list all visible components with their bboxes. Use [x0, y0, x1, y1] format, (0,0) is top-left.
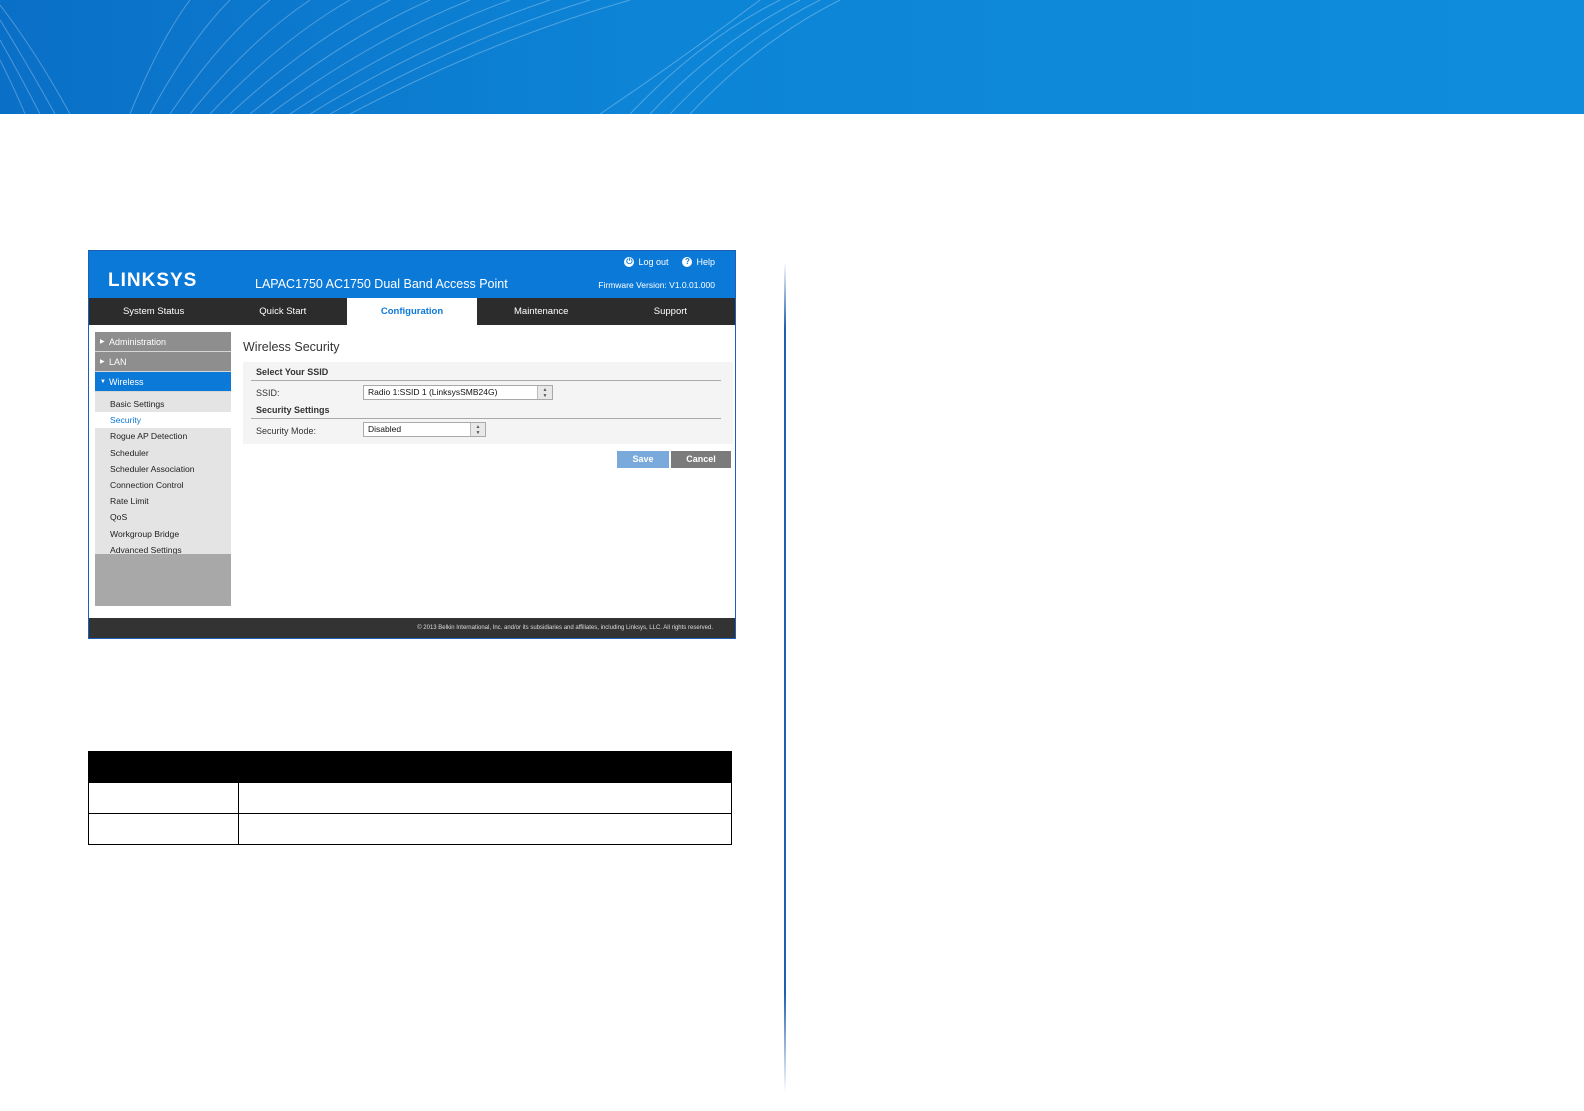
caret-down-icon: ▼: [100, 379, 106, 385]
main-nav: System Status Quick Start Configuration …: [89, 298, 735, 325]
table-header-cell: [238, 751, 732, 783]
sidebar-item-security[interactable]: Security: [95, 412, 231, 429]
top-links: ⏻ Log out ? Help: [624, 257, 715, 267]
header-banner: [0, 0, 1584, 114]
tab-quick-start[interactable]: Quick Start: [218, 298, 347, 325]
help-link[interactable]: ? Help: [682, 257, 715, 267]
reference-table: [88, 751, 732, 845]
ssid-label: SSID:: [256, 388, 280, 398]
table-header-cell: [88, 751, 239, 783]
banner-wave-graphic: [0, 0, 841, 114]
sidebar-section-label: Wireless: [109, 377, 144, 387]
linksys-logo: LINKSYS: [108, 270, 198, 291]
updown-arrow-icon: ▲ ▼: [537, 386, 552, 399]
sidebar-item-basic-settings[interactable]: Basic Settings: [95, 396, 231, 412]
sidebar-section-label: LAN: [109, 357, 127, 367]
sidebar-item-scheduler-association[interactable]: Scheduler Association: [95, 461, 231, 477]
sidebar-item-rogue-ap-detection[interactable]: Rogue AP Detection: [95, 428, 231, 444]
copyright-footer: © 2013 Belkin International, Inc. and/or…: [89, 618, 735, 638]
sidebar-section-wireless[interactable]: ▼ Wireless: [95, 372, 231, 392]
tab-support[interactable]: Support: [606, 298, 735, 325]
security-section-heading: Security Settings: [256, 405, 330, 415]
caret-right-icon: ▶: [100, 359, 105, 365]
table-cell: [238, 782, 732, 814]
divider: [251, 418, 721, 419]
table-cell: [238, 813, 732, 845]
firmware-version: Firmware Version: V1.0.01.000: [598, 280, 715, 290]
document-page: LINKSYS LAPAC1750 AC1750 Dual Band Acces…: [0, 0, 1584, 1111]
table-header-row: [88, 751, 732, 783]
cancel-button[interactable]: Cancel: [671, 451, 731, 468]
tab-system-status[interactable]: System Status: [89, 298, 218, 325]
ssid-select[interactable]: Radio 1:SSID 1 (LinksysSMB24G) ▲ ▼: [363, 385, 553, 400]
save-button[interactable]: Save: [617, 451, 669, 468]
settings-panel: Select Your SSID SSID: Radio 1:SSID 1 (L…: [243, 362, 733, 444]
sidebar-item-workgroup-bridge[interactable]: Workgroup Bridge: [95, 526, 231, 542]
logout-label: Log out: [638, 257, 669, 267]
router-ui-screenshot: LINKSYS LAPAC1750 AC1750 Dual Band Acces…: [88, 250, 736, 639]
sidebar-item-rate-limit[interactable]: Rate Limit: [95, 493, 231, 509]
sidebar-item-scheduler[interactable]: Scheduler: [95, 445, 231, 461]
logout-link[interactable]: ⏻ Log out: [624, 257, 668, 267]
table-row: [88, 813, 732, 845]
security-mode-select[interactable]: Disabled ▲ ▼: [363, 422, 486, 437]
sidebar-section-label: Administration: [109, 337, 167, 347]
power-icon: ⏻: [624, 257, 635, 267]
table-row: [88, 782, 732, 814]
column-divider: [784, 262, 786, 1092]
caret-right-icon: ▶: [100, 339, 105, 345]
sidebar-section-lan[interactable]: ▶ LAN: [95, 352, 231, 372]
sidebar: ▶ Administration ▶ LAN ▼ Wireless Basic …: [95, 332, 231, 606]
product-title: LAPAC1750 AC1750 Dual Band Access Point: [255, 277, 508, 291]
help-icon: ?: [682, 257, 693, 267]
sidebar-item-connection-control[interactable]: Connection Control: [95, 477, 231, 493]
tab-maintenance[interactable]: Maintenance: [477, 298, 606, 325]
app-header: LINKSYS LAPAC1750 AC1750 Dual Band Acces…: [89, 251, 735, 298]
sidebar-filler: [95, 554, 231, 606]
table-cell: [88, 813, 239, 845]
sidebar-item-qos[interactable]: QoS: [95, 509, 231, 525]
security-mode-label: Security Mode:: [256, 426, 317, 436]
ssid-select-value: Radio 1:SSID 1 (LinksysSMB24G): [368, 387, 498, 397]
tab-configuration[interactable]: Configuration: [347, 298, 477, 325]
help-label: Help: [696, 257, 715, 267]
sidebar-section-administration[interactable]: ▶ Administration: [95, 332, 231, 352]
page-title: Wireless Security: [243, 340, 340, 354]
table-cell: [88, 782, 239, 814]
updown-arrow-icon: ▲ ▼: [470, 423, 485, 436]
divider: [251, 380, 721, 381]
security-mode-value: Disabled: [368, 424, 402, 434]
ssid-section-heading: Select Your SSID: [256, 367, 329, 377]
